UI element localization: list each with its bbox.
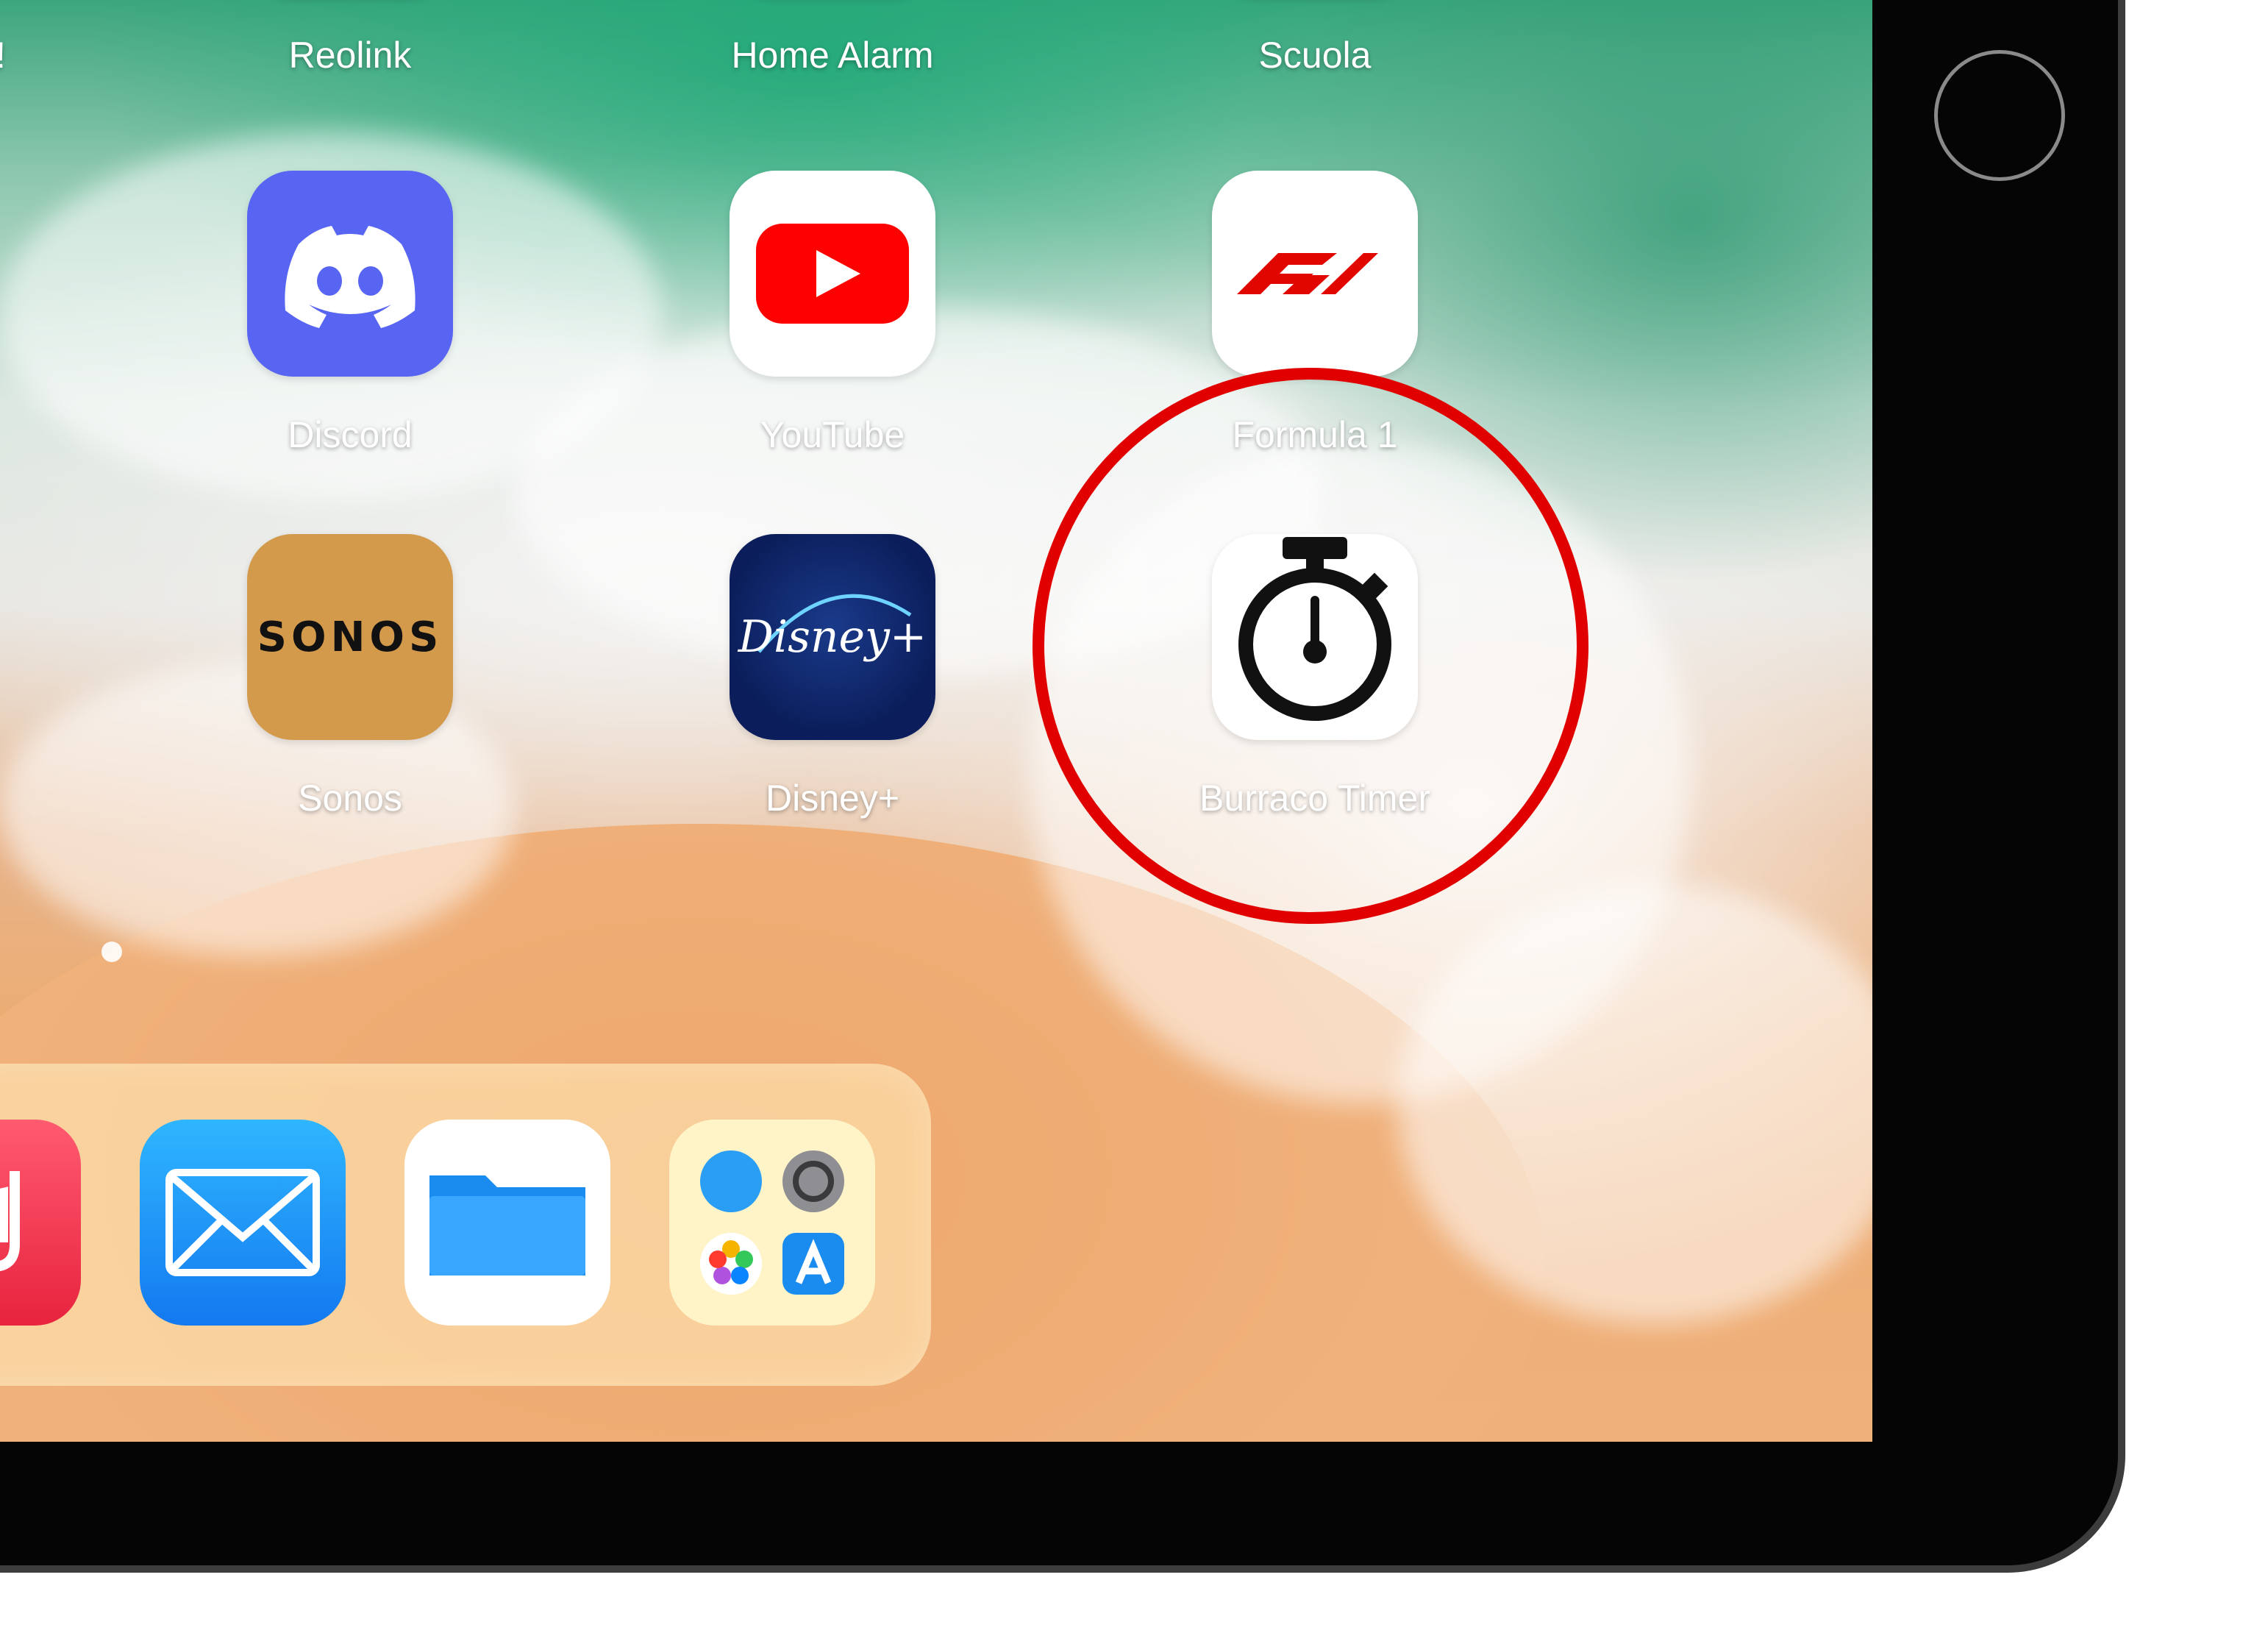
app-label: Scuola: [1258, 35, 1372, 76]
discord-icon: [247, 171, 453, 377]
app-youtube[interactable]: YouTube: [730, 171, 935, 455]
app-discord[interactable]: Discord: [247, 171, 453, 455]
home-screen: ! Reolink Home Alarm Scuola Discord You: [0, 0, 1872, 1442]
sonos-wordmark: SONOS: [257, 613, 443, 661]
app-disney-plus[interactable]: Disney+ Disney+: [730, 534, 935, 819]
disney-plus-icon: Disney+: [730, 534, 935, 740]
highlight-circle: [1033, 368, 1588, 924]
app-label: YouTube: [760, 414, 905, 455]
recent-apps-folder-icon[interactable]: [669, 1120, 875, 1326]
disney-wordmark: Disney+: [738, 611, 927, 663]
app-label: Discord: [288, 414, 413, 455]
music-icon[interactable]: [0, 1120, 81, 1326]
page-indicator-dot: [101, 942, 122, 962]
files-icon[interactable]: [404, 1120, 610, 1326]
app-sonos[interactable]: SONOS Sonos: [247, 534, 453, 819]
app-label: Home Alarm: [731, 35, 934, 76]
partial-app-label: !: [0, 34, 6, 77]
home-button[interactable]: [1934, 50, 2065, 181]
app-label: Sonos: [298, 778, 402, 819]
sonos-icon: SONOS: [247, 534, 453, 740]
app-label: Disney+: [765, 778, 900, 819]
youtube-icon: [730, 171, 935, 377]
app-formula-1[interactable]: Formula 1: [1212, 171, 1418, 455]
mail-icon[interactable]: [140, 1120, 346, 1326]
formula-1-icon: [1212, 171, 1418, 377]
app-label: Reolink: [288, 35, 412, 76]
